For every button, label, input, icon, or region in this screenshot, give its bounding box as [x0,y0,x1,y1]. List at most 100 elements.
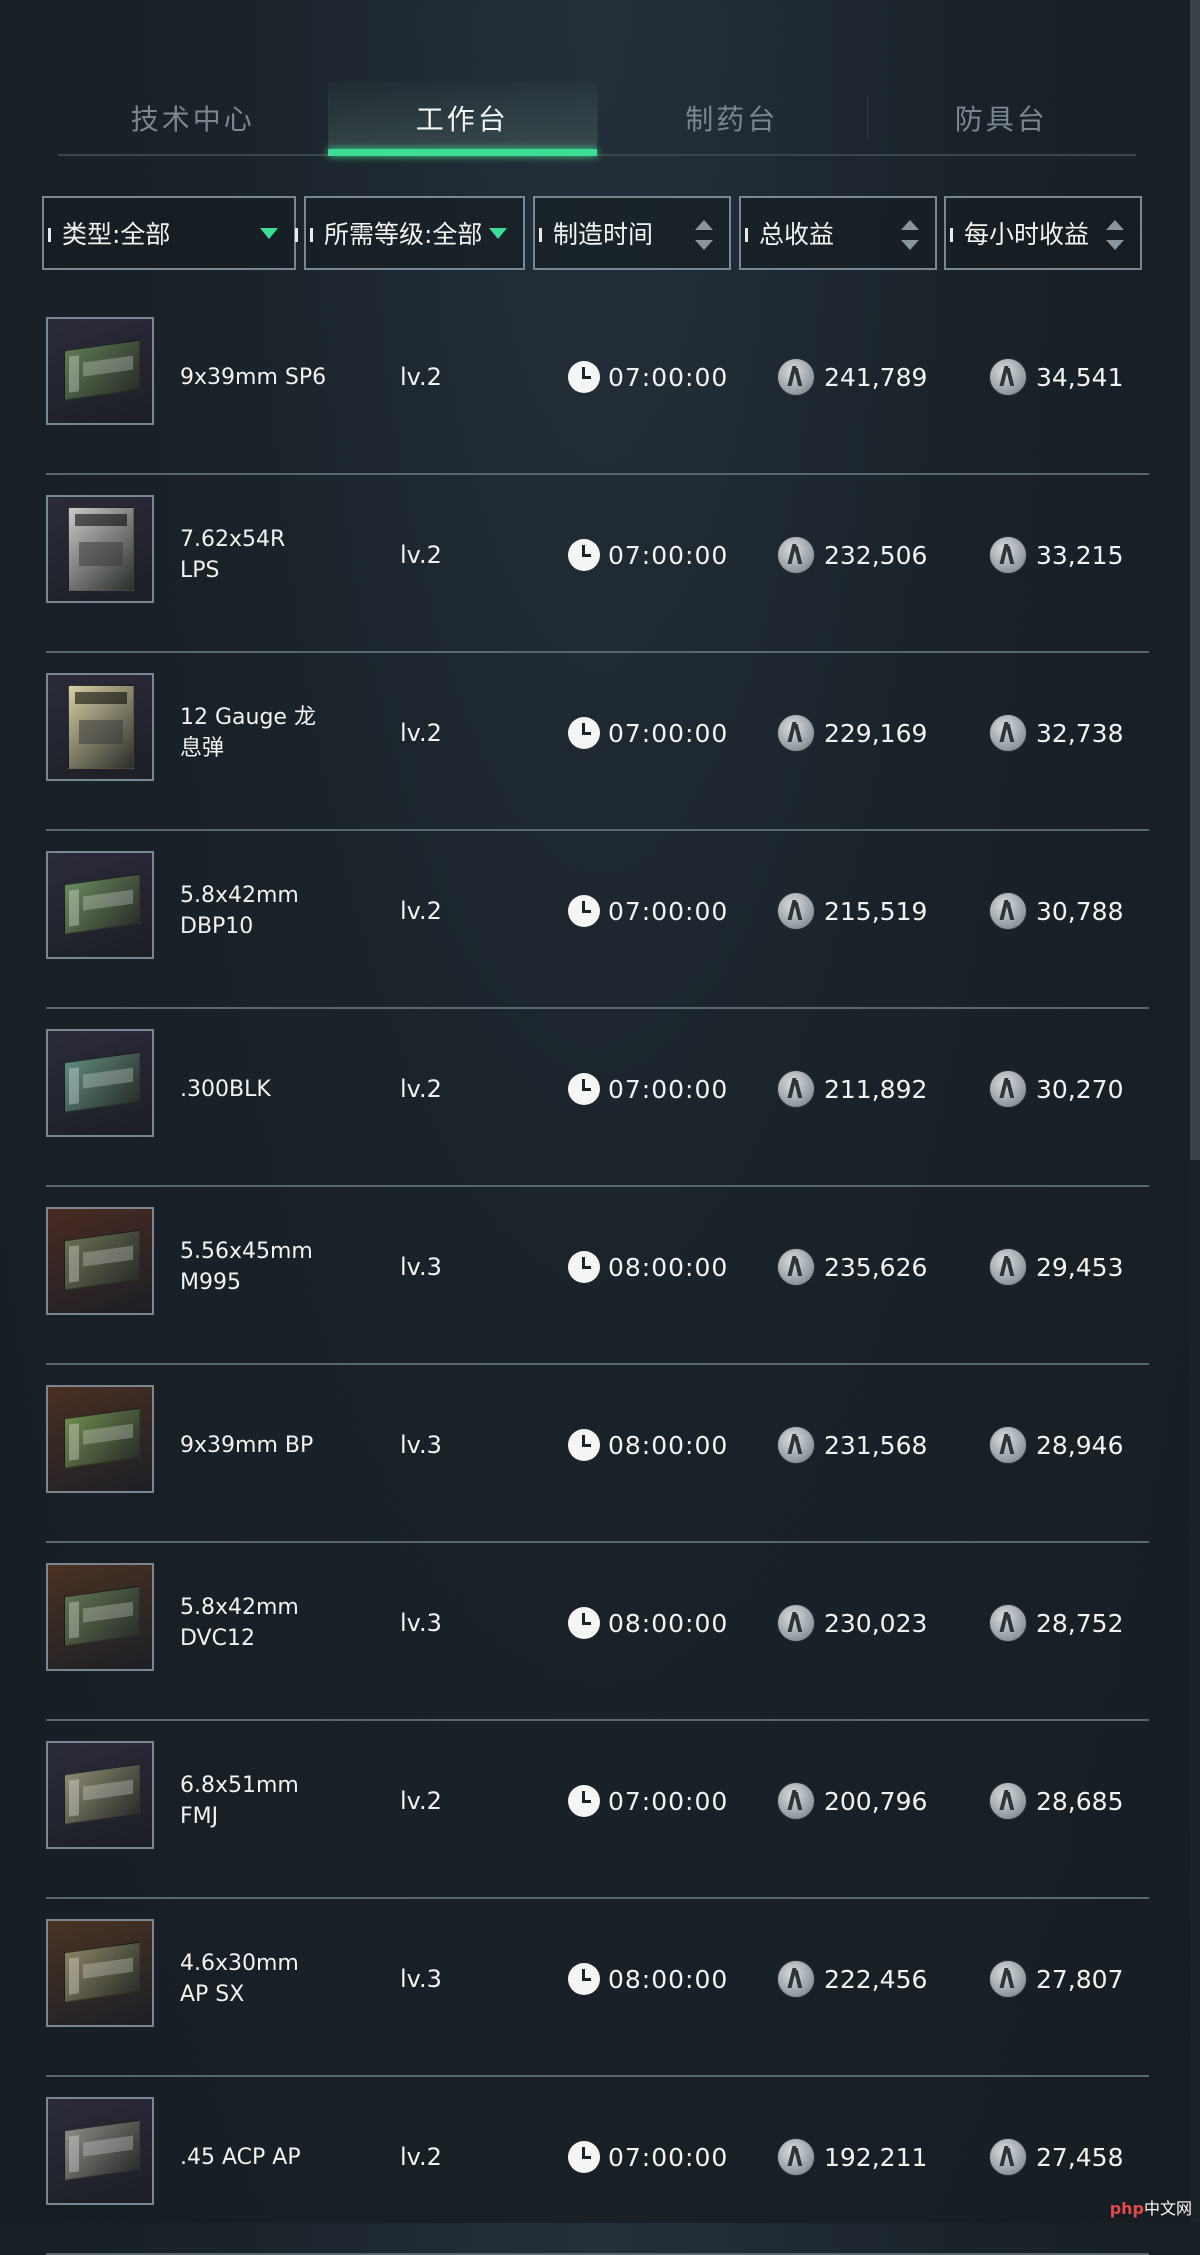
ammo-box-icon [64,2119,140,2181]
hourly-profit: 32,738 [989,653,1123,813]
clock-icon [568,1251,600,1283]
craft-time-value: 07:00:00 [608,896,729,926]
clock-icon [568,539,600,571]
clock-icon [568,1429,600,1461]
item-thumbnail [46,2097,154,2205]
hourly-profit: 34,541 [989,297,1123,457]
sort-total-profit[interactable]: 总收益 [739,196,937,270]
coin-icon [989,1782,1027,1820]
item-name: .300BLK [180,1076,271,1102]
table-row[interactable]: 4.6x30mm AP SX lv.3 08:00:00 222,456 27,… [46,1899,1149,2077]
item-thumbnail [46,1563,154,1671]
item-thumbnail [46,851,154,959]
total-profit: 229,169 [777,653,927,813]
clock-icon [568,1073,600,1105]
total-profit-value: 215,519 [824,896,928,926]
item-name: 12 Gauge 龙息弹 [180,705,316,761]
clock-icon [568,1963,600,1995]
coin-icon [989,1960,1027,1998]
hourly-profit-value: 32,738 [1036,718,1124,748]
level-filter-dropdown[interactable]: 所需等级:全部 [304,196,525,270]
sort-hourly-profit[interactable]: 每小时收益 [944,196,1142,270]
total-profit: 235,626 [777,1187,927,1347]
clock-icon [568,361,600,393]
table-row[interactable]: 9x39mm SP6 lv.2 07:00:00 241,789 34,541 [46,297,1149,475]
clock-icon [568,717,600,749]
ammo-box-icon [64,1407,140,1469]
coin-icon [777,358,815,396]
recipe-list: 9x39mm SP6 lv.2 07:00:00 241,789 34,541 … [46,297,1149,2255]
coin-icon [777,1426,815,1464]
required-level: lv.2 [400,1075,442,1103]
type-filter-dropdown[interactable]: 类型:全部 [42,196,298,270]
item-name: 5.8x42mm DVC12 [180,1595,299,1651]
tab-workbench[interactable]: 工作台 [327,82,597,156]
craft-time: 08:00:00 [568,1365,728,1525]
tab-tech-center[interactable]: 技术中心 [58,82,328,154]
table-row[interactable]: 9x39mm BP lv.3 08:00:00 231,568 28,946 [46,1365,1149,1543]
craft-time-value: 08:00:00 [608,1964,729,1994]
total-profit: 231,568 [777,1365,927,1525]
ammo-box-icon [64,873,140,935]
coin-icon [989,892,1027,930]
total-profit: 215,519 [777,831,927,991]
filter-marker [295,228,298,242]
craft-time-value: 08:00:00 [608,1430,729,1460]
item-name: 7.62x54R LPS [180,527,286,583]
coin-icon [777,536,815,574]
hourly-profit: 33,215 [989,475,1123,635]
total-profit: 211,892 [777,1009,927,1169]
item-name: 5.8x42mm DBP10 [180,883,299,939]
hourly-profit-value: 28,685 [1036,1786,1124,1816]
craft-time-value: 07:00:00 [608,362,729,392]
craft-time: 07:00:00 [568,2077,728,2237]
craft-time: 07:00:00 [568,831,728,991]
hourly-profit: 30,270 [989,1009,1123,1169]
type-filter-label: 类型:全部 [62,220,171,249]
tab-armor[interactable]: 防具台 [866,82,1137,154]
coin-icon [777,1782,815,1820]
clock-icon [568,1785,600,1817]
table-row[interactable]: .45 ACP AP lv.2 07:00:00 192,211 27,458 [46,2077,1149,2255]
watermark: php中文网 [1109,2199,1192,2218]
craft-time: 07:00:00 [568,297,728,457]
table-row[interactable]: 5.56x45mm M995 lv.3 08:00:00 235,626 29,… [46,1187,1149,1365]
hourly-profit: 29,453 [989,1187,1123,1347]
craft-time: 08:00:00 [568,1543,728,1703]
total-profit-value: 200,796 [824,1786,928,1816]
table-row[interactable]: 12 Gauge 龙息弹 lv.2 07:00:00 229,169 32,73… [46,653,1149,831]
total-profit-value: 232,506 [824,540,928,570]
item-name: 9x39mm SP6 [180,364,327,390]
coin-icon [989,358,1027,396]
craft-time: 07:00:00 [568,653,728,813]
craft-time-value: 07:00:00 [608,718,729,748]
table-row[interactable]: 5.8x42mm DVC12 lv.3 08:00:00 230,023 28,… [46,1543,1149,1721]
craft-time: 07:00:00 [568,1009,728,1169]
table-row[interactable]: 6.8x51mm FMJ lv.2 07:00:00 200,796 28,68… [46,1721,1149,1899]
clock-icon [568,1607,600,1639]
scrollbar-thumb[interactable] [1190,0,1200,1160]
dropdown-arrow-icon [489,228,507,239]
coin-icon [777,892,815,930]
craft-time-value: 08:00:00 [608,1608,729,1638]
clock-icon [568,895,600,927]
table-row[interactable]: .300BLK lv.2 07:00:00 211,892 30,270 [46,1009,1149,1187]
tab-pharmacy[interactable]: 制药台 [597,82,867,154]
sort-craft-time[interactable]: 制造时间 [533,196,731,270]
hourly-profit: 27,807 [989,1899,1123,2059]
coin-icon [989,714,1027,752]
hourly-profit-value: 30,270 [1036,1074,1124,1104]
item-thumbnail [46,1385,154,1493]
table-row[interactable]: 5.8x42mm DBP10 lv.2 07:00:00 215,519 30,… [46,831,1149,1009]
table-row[interactable]: 7.62x54R LPS lv.2 07:00:00 232,506 33,21… [46,475,1149,653]
total-profit-value: 222,456 [824,1964,928,1994]
coin-icon [989,536,1027,574]
hourly-profit-value: 28,752 [1036,1608,1124,1638]
required-level: lv.3 [400,1253,442,1281]
total-profit-value: 229,169 [824,718,928,748]
ammo-box-icon [64,1585,140,1647]
craft-time: 07:00:00 [568,475,728,635]
total-profit: 200,796 [777,1721,927,1881]
coin-icon [989,1248,1027,1286]
total-profit-value: 230,023 [824,1608,928,1638]
